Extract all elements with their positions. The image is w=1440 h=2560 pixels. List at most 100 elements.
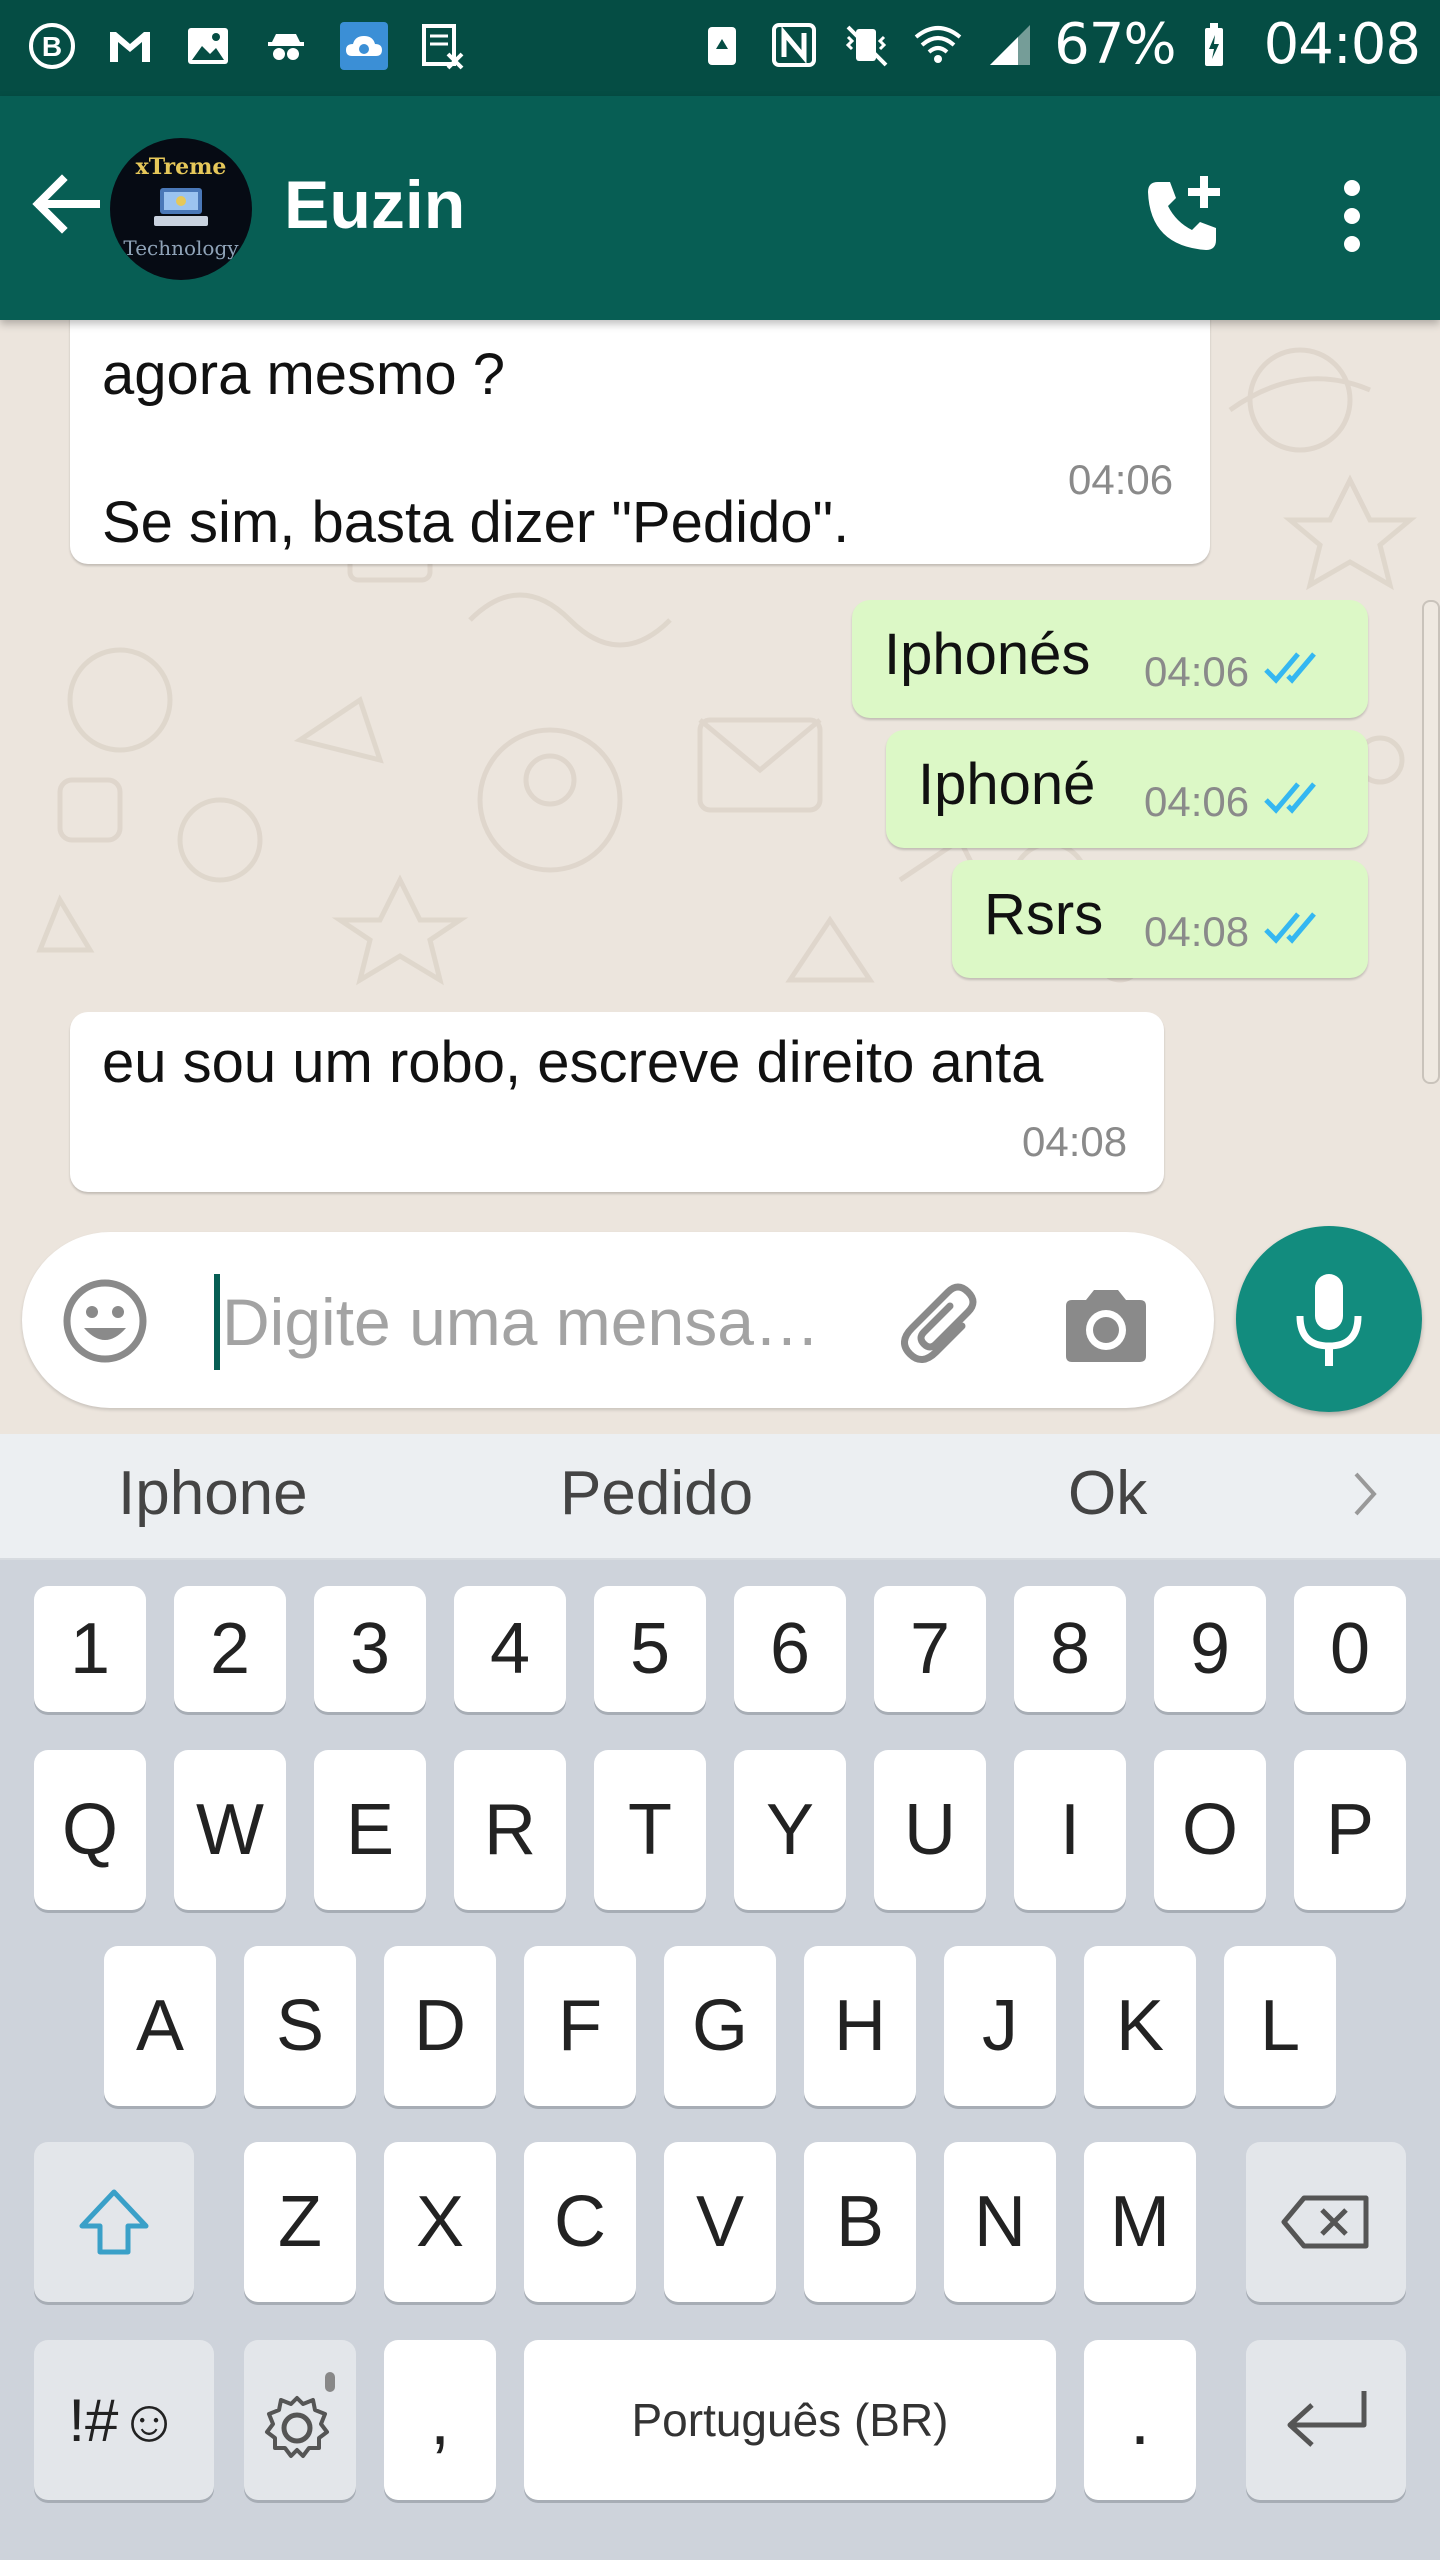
message-outgoing[interactable]: Rsrs 04:08	[952, 860, 1368, 978]
key-q[interactable]: Q	[34, 1750, 146, 1910]
key-y[interactable]: Y	[734, 1750, 846, 1910]
read-ticks-icon	[1264, 782, 1316, 814]
avatar-text-bottom: Technology	[123, 236, 239, 260]
message-time: 04:06	[1068, 456, 1174, 503]
avatar-text-top: xTreme	[135, 154, 227, 180]
key-i[interactable]: I	[1014, 1750, 1126, 1910]
comma-key[interactable]: ,	[384, 2340, 496, 2500]
spy-icon	[258, 18, 314, 74]
enter-key[interactable]	[1246, 2340, 1406, 2500]
robot-logo-icon	[154, 188, 208, 226]
key-o[interactable]: O	[1154, 1750, 1266, 1910]
battery-percent: 67%	[1054, 12, 1176, 77]
key-b[interactable]: B	[804, 2142, 916, 2302]
chat-header: xTreme Technology Euzin	[0, 96, 1440, 320]
key-a[interactable]: A	[104, 1946, 216, 2106]
gmail-icon	[102, 18, 158, 74]
key-0[interactable]: 0	[1294, 1586, 1406, 1712]
key-8[interactable]: 8	[1014, 1586, 1126, 1712]
shift-arrow-icon	[79, 2189, 149, 2255]
back-arrow-icon[interactable]	[26, 164, 106, 244]
message-text: Iphonés	[884, 622, 1091, 687]
key-f[interactable]: F	[524, 1946, 636, 2106]
key-k[interactable]: K	[1084, 1946, 1196, 2106]
emoji-icon[interactable]	[60, 1276, 150, 1366]
add-call-icon[interactable]	[1136, 168, 1232, 264]
message-time: 04:08	[1022, 1118, 1128, 1165]
message-time: 04:06	[1144, 648, 1250, 695]
key-t[interactable]: T	[594, 1750, 706, 1910]
message-incoming[interactable]: eu sou um robo, escreve direito anta 04:…	[70, 1012, 1164, 1192]
space-key[interactable]: Português (BR)	[524, 2340, 1056, 2500]
key-9[interactable]: 9	[1154, 1586, 1266, 1712]
suggestion-item[interactable]: Iphone	[118, 1458, 308, 1529]
message-outgoing[interactable]: Iphonés 04:06	[852, 600, 1368, 718]
signal-icon	[982, 17, 1038, 73]
key-6[interactable]: 6	[734, 1586, 846, 1712]
key-d[interactable]: D	[384, 1946, 496, 2106]
nfc-icon	[766, 17, 822, 73]
backspace-icon	[1281, 2195, 1369, 2249]
more-options-icon[interactable]	[1320, 168, 1384, 264]
message-incoming[interactable]: agora mesmo ? Se sim, basta dizer "Pedid…	[70, 320, 1210, 564]
attach-icon[interactable]	[892, 1276, 992, 1376]
symbols-key[interactable]: !#☺	[34, 2340, 214, 2500]
message-text: eu sou um robo, escreve direito anta	[102, 1030, 1044, 1095]
status-bar: B 67% 04:08	[0, 0, 1440, 96]
key-x[interactable]: X	[384, 2142, 496, 2302]
message-time: 04:08	[1144, 908, 1250, 955]
key-5[interactable]: 5	[594, 1586, 706, 1712]
voice-record-button[interactable]	[1236, 1226, 1422, 1412]
message-text: agora mesmo ? Se sim, basta dizer "Pedid…	[102, 342, 850, 555]
battery-icon	[1192, 17, 1248, 73]
settings-key[interactable]	[244, 2340, 356, 2500]
message-input[interactable]	[220, 1266, 864, 1378]
suggestion-item[interactable]: Ok	[1068, 1458, 1147, 1529]
shift-key[interactable]	[34, 2142, 194, 2302]
key-n[interactable]: N	[944, 2142, 1056, 2302]
key-c[interactable]: C	[524, 2142, 636, 2302]
gallery-icon	[180, 18, 236, 74]
key-s[interactable]: S	[244, 1946, 356, 2106]
key-7[interactable]: 7	[874, 1586, 986, 1712]
chevron-right-icon[interactable]	[1340, 1464, 1390, 1524]
suggestion-bar: Iphone Pedido Ok	[0, 1434, 1440, 1560]
key-h[interactable]: H	[804, 1946, 916, 2106]
key-l[interactable]: L	[1224, 1946, 1336, 2106]
key-e[interactable]: E	[314, 1750, 426, 1910]
avatar[interactable]: xTreme Technology	[110, 138, 252, 280]
settings-gear-icon	[265, 2372, 335, 2458]
message-composer	[22, 1232, 1214, 1408]
key-r[interactable]: R	[454, 1750, 566, 1910]
contact-name[interactable]: Euzin	[284, 166, 465, 244]
key-m[interactable]: M	[1084, 2142, 1196, 2302]
camera-icon[interactable]	[1056, 1276, 1156, 1376]
key-v[interactable]: V	[664, 2142, 776, 2302]
sheet-icon	[414, 18, 470, 74]
read-ticks-icon	[1264, 652, 1316, 684]
message-text: Rsrs	[984, 882, 1104, 947]
key-j[interactable]: J	[944, 1946, 1056, 2106]
b-icon: B	[24, 18, 80, 74]
key-w[interactable]: W	[174, 1750, 286, 1910]
wifi-icon	[910, 17, 966, 73]
key-z[interactable]: Z	[244, 2142, 356, 2302]
key-1[interactable]: 1	[34, 1586, 146, 1712]
backspace-key[interactable]	[1246, 2142, 1406, 2302]
message-time: 04:06	[1144, 778, 1250, 825]
period-key[interactable]: .	[1084, 2340, 1196, 2500]
key-2[interactable]: 2	[174, 1586, 286, 1712]
key-3[interactable]: 3	[314, 1586, 426, 1712]
message-outgoing[interactable]: Iphoné 04:06	[886, 730, 1368, 848]
key-p[interactable]: P	[1294, 1750, 1406, 1910]
vibrate-icon	[838, 17, 894, 73]
scrollbar[interactable]	[1422, 600, 1440, 1084]
key-g[interactable]: G	[664, 1946, 776, 2106]
enter-icon	[1287, 2391, 1367, 2447]
message-text: Iphoné	[918, 752, 1096, 817]
suggestion-item[interactable]: Pedido	[560, 1458, 753, 1529]
microphone-icon	[1296, 1274, 1362, 1366]
svg-text:B: B	[42, 31, 62, 62]
key-u[interactable]: U	[874, 1750, 986, 1910]
key-4[interactable]: 4	[454, 1586, 566, 1712]
